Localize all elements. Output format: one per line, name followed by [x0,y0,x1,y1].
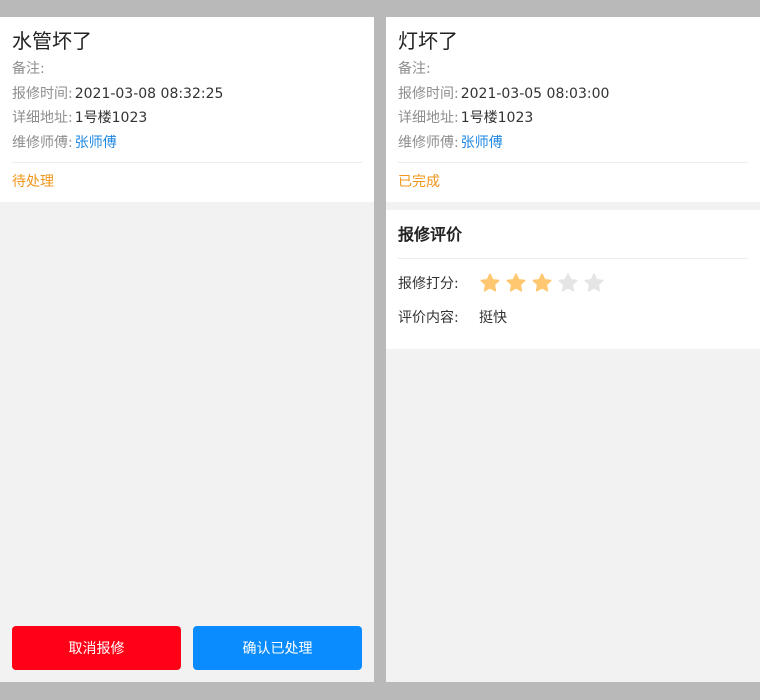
repair-time-row: 报修时间: 2021-03-05 08:03:00 [398,86,748,102]
star-icon [532,272,552,292]
worker-label: 维修师傅: [398,134,459,151]
repair-time-label: 报修时间: [12,85,73,102]
status-text: 待处理 [12,173,54,190]
star-icon [506,272,526,292]
cancel-repair-button[interactable]: 取消报修 [12,626,181,670]
address-row: 详细地址: 1号楼1023 [12,110,362,126]
evaluation-content-row: 评价内容: 挺快 [398,309,748,326]
repair-title: 灯坏了 [398,29,458,53]
score-row: 报修打分: [398,270,748,296]
worker-row: 维修师傅: 张师傅 [398,135,748,151]
star-rating [479,272,609,294]
repair-time-value: 2021-03-08 08:32:25 [74,85,224,102]
remark-label: 备注: [12,61,45,77]
repair-time-row: 报修时间: 2021-03-08 08:32:25 [12,86,362,102]
remark-row: 备注: [12,61,362,77]
repair-time-label: 报修时间: [398,85,459,102]
repair-title: 水管坏了 [12,29,92,53]
confirm-processed-button[interactable]: 确认已处理 [193,626,362,670]
address-value: 1号楼1023 [74,110,148,126]
evaluation-card: 报修评价 报修打分: 评价内容: 挺快 [386,209,760,349]
repair-time-value: 2021-03-05 08:03:00 [460,85,610,102]
remark-label: 备注: [398,61,431,77]
score-label: 报修打分: [398,275,459,292]
worker-link[interactable]: 张师傅 [75,135,117,151]
star-icon [480,272,500,292]
evaluation-content-value: 挺快 [479,309,507,326]
evaluation-content-label: 评价内容: [398,309,459,326]
remark-row: 备注: [398,61,748,77]
address-value: 1号楼1023 [460,110,534,126]
repair-detail-completed: 灯坏了 备注: 报修时间: 2021-03-05 08:03:00 详细地址: … [386,17,760,682]
address-label: 详细地址: [12,110,73,126]
repair-info-card: 水管坏了 备注: 报修时间: 2021-03-08 08:32:25 详细地址:… [0,17,374,202]
worker-row: 维修师傅: 张师傅 [12,135,362,151]
star-icon [558,272,578,292]
worker-link[interactable]: 张师傅 [461,135,503,151]
repair-detail-pending: 水管坏了 备注: 报修时间: 2021-03-08 08:32:25 详细地址:… [0,17,374,682]
star-icon [584,272,604,292]
worker-label: 维修师傅: [12,134,73,151]
address-label: 详细地址: [398,110,459,126]
action-bar: 取消报修 确认已处理 [12,626,362,670]
repair-info-card: 灯坏了 备注: 报修时间: 2021-03-05 08:03:00 详细地址: … [386,17,760,202]
status-text: 已完成 [398,173,440,190]
evaluation-title: 报修评价 [398,210,748,259]
address-row: 详细地址: 1号楼1023 [398,110,748,126]
